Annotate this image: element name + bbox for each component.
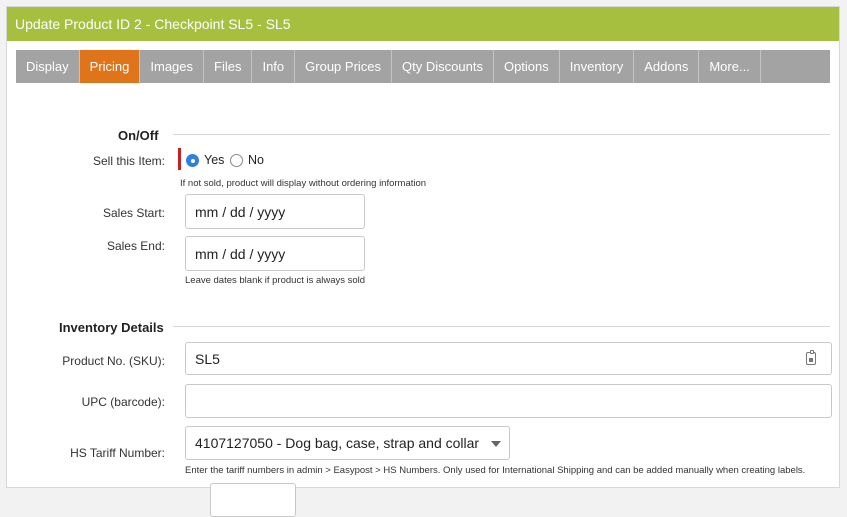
tab-inventory[interactable]: Inventory — [560, 50, 635, 83]
tab-info[interactable]: Info — [252, 50, 296, 83]
tab-display[interactable]: Display — [16, 50, 80, 83]
sell-yes-label[interactable]: Yes — [204, 153, 224, 167]
dates-help-text: Leave dates blank if product is always s… — [185, 275, 366, 286]
sales-end-label: Sales End: — [106, 239, 165, 253]
upc-input[interactable] — [185, 384, 832, 418]
inventory-section-title: Inventory Details — [59, 320, 164, 335]
sales-start-input[interactable]: mm / dd / yyyy — [185, 194, 365, 229]
sku-input[interactable]: SL5 — [185, 342, 832, 375]
sell-item-label: Sell this Item: — [92, 154, 165, 168]
section-divider — [173, 134, 830, 135]
page-title: Update Product ID 2 - Checkpoint SL5 - S… — [7, 7, 839, 41]
tab-qty-discounts[interactable]: Qty Discounts — [392, 50, 494, 83]
section-divider — [173, 326, 830, 327]
tab-bar: Display Pricing Images Files Info Group … — [16, 50, 830, 83]
sales-start-label: Sales Start: — [102, 206, 165, 220]
sales-end-input[interactable]: mm / dd / yyyy — [185, 236, 365, 271]
upc-label: UPC (barcode): — [81, 395, 165, 409]
sell-no-radio[interactable] — [230, 154, 243, 167]
tab-more[interactable]: More... — [699, 50, 761, 83]
next-field-input[interactable] — [210, 483, 296, 517]
contact-card-icon[interactable] — [806, 350, 816, 365]
sku-label: Product No. (SKU): — [62, 354, 165, 368]
sell-yes-radio[interactable] — [186, 154, 199, 167]
tab-files[interactable]: Files — [204, 50, 253, 83]
tab-addons[interactable]: Addons — [634, 50, 700, 83]
required-marker — [178, 148, 181, 170]
tab-images[interactable]: Images — [140, 50, 205, 83]
hs-tariff-select[interactable]: 4107127050 - Dog bag, case, strap and co… — [185, 426, 510, 460]
chevron-down-icon — [491, 441, 501, 447]
hs-tariff-value: 4107127050 - Dog bag, case, strap and co… — [195, 435, 480, 451]
hs-tariff-help-text: Enter the tariff numbers in admin > Easy… — [185, 465, 806, 476]
tab-options[interactable]: Options — [494, 50, 560, 83]
onoff-section-title: On/Off — [118, 128, 159, 143]
sell-help-text: If not sold, product will display withou… — [180, 178, 427, 189]
pricing-panel: On/Off Sell this Item: Yes No If not sol… — [16, 83, 832, 517]
tab-pricing[interactable]: Pricing — [79, 50, 141, 83]
tab-group-prices[interactable]: Group Prices — [295, 50, 393, 83]
product-editor-window: Update Product ID 2 - Checkpoint SL5 - S… — [6, 6, 840, 517]
hs-tariff-label: HS Tariff Number: — [70, 446, 165, 460]
sell-no-label[interactable]: No — [248, 153, 264, 167]
sku-value: SL5 — [195, 350, 220, 367]
